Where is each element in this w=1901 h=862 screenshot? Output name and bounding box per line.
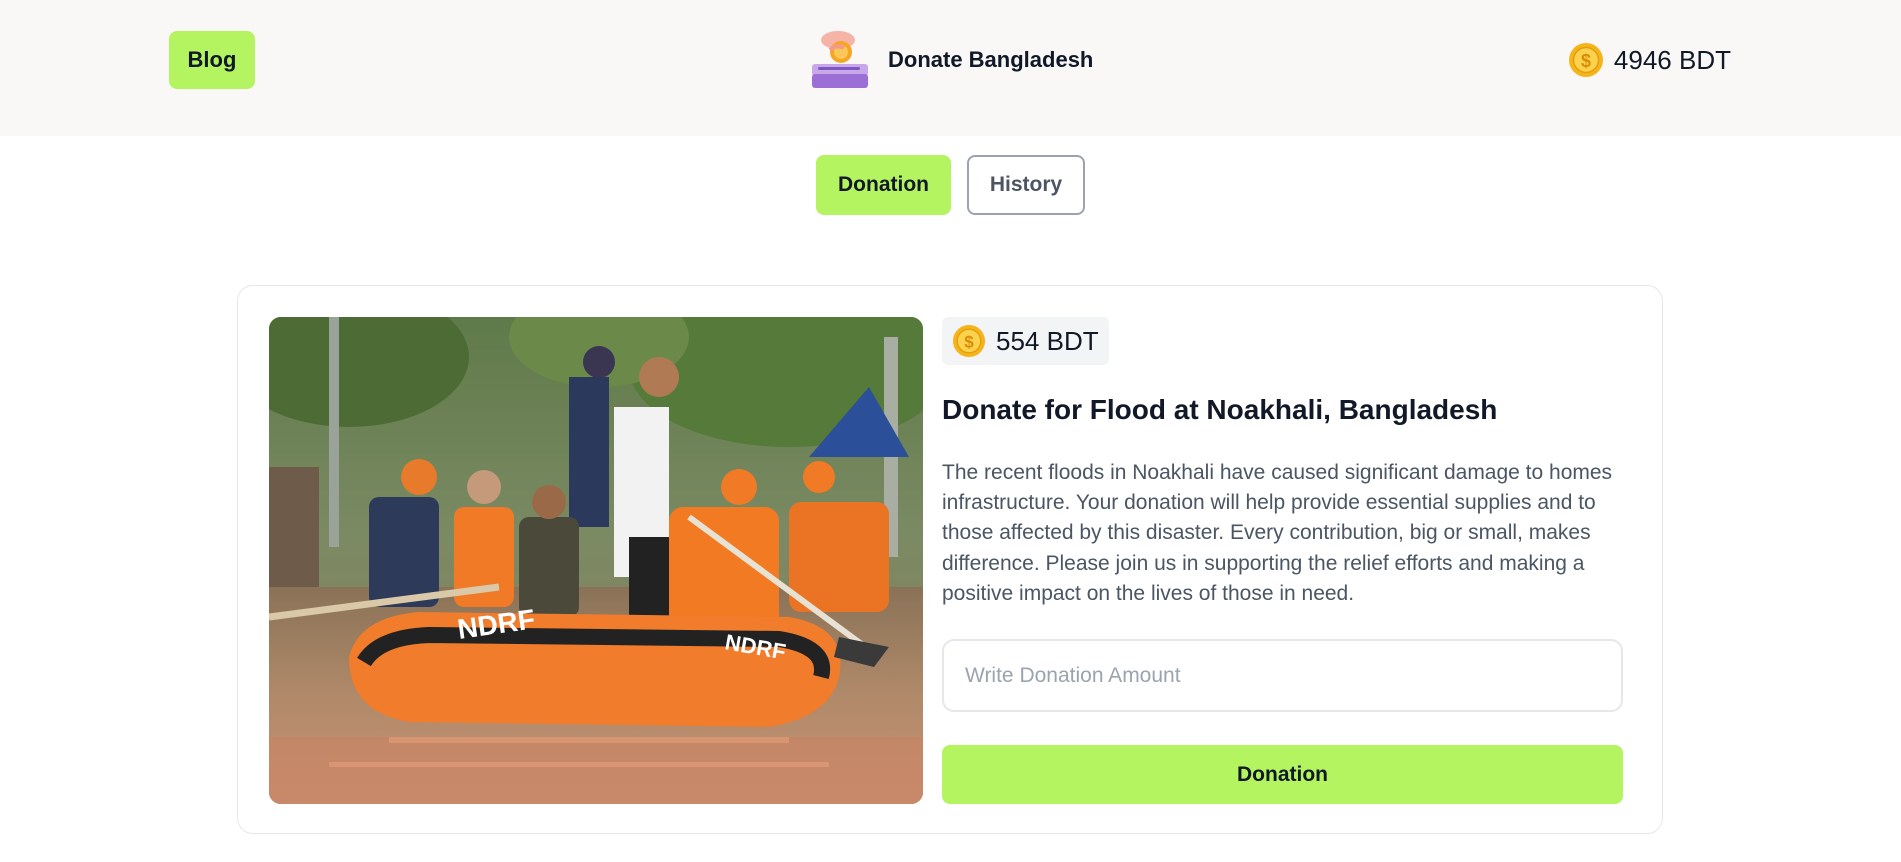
gold-coin-icon: $	[952, 324, 986, 358]
svg-text:$: $	[1581, 51, 1591, 71]
site-header: Blog Donate Bangladesh $ 4946 BDT	[0, 0, 1901, 136]
campaign-description: The recent floods in Noakhali have cause…	[942, 461, 1613, 605]
balance-amount: 4946 BDT	[1613, 44, 1731, 75]
balance-display: $ 4946 BDT	[1568, 40, 1731, 80]
tab-donation[interactable]: Donation	[816, 155, 951, 215]
flood-rescue-image: NDRF NDRF	[269, 317, 923, 804]
gold-coin-icon: $	[1568, 42, 1604, 78]
tab-history[interactable]: History	[967, 155, 1085, 215]
donation-card: NDRF NDRF $ 554 BDT Donate for Flood at …	[237, 285, 1663, 834]
brand-title: Donate Bangladesh	[888, 47, 1094, 72]
svg-text:$: $	[964, 333, 974, 352]
donation-box-icon	[808, 28, 872, 92]
blog-button[interactable]: Blog	[169, 31, 255, 89]
campaign-title: Donate for Flood at Noakhali, Bangladesh	[942, 394, 1498, 425]
raised-amount-badge: $ 554 BDT	[942, 317, 1109, 365]
donate-button[interactable]: Donation	[942, 745, 1623, 804]
donation-amount-input[interactable]	[942, 639, 1623, 712]
brand[interactable]: Donate Bangladesh	[808, 28, 1093, 92]
raised-amount: 554 BDT	[996, 325, 1099, 356]
tab-bar: Donation History	[816, 155, 1085, 215]
